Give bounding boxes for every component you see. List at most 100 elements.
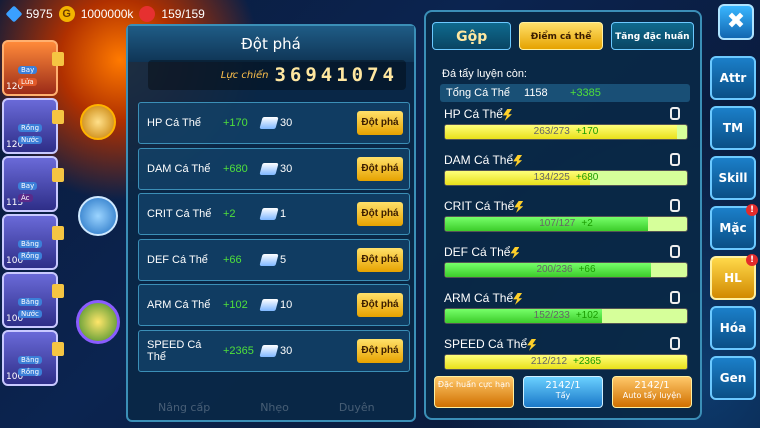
pet-list: 120 Bay Lửa 120 Rồng Nước 115 Bay Ác 100 Băng Rồ…	[2, 40, 64, 388]
pet-card[interactable]: 100 Băng Rồng	[2, 330, 64, 386]
stat-row: CRIT Cá Thể 107/127 +2	[444, 196, 688, 232]
breakthrough-button[interactable]: Đột phá	[357, 293, 403, 317]
row-cost: 1	[280, 208, 287, 220]
stat-bar: 134/225 +680	[444, 170, 688, 186]
total-plus: +3385	[570, 87, 601, 99]
tab-individual-points[interactable]: Điểm cá thể	[519, 22, 603, 50]
stat-value: 212/212	[530, 356, 568, 367]
side-tm-button[interactable]: TM	[710, 106, 756, 150]
button-count: 2142/1	[545, 380, 581, 391]
pet-card[interactable]: 120 Rồng Nước	[2, 98, 64, 154]
lock-icon[interactable]	[670, 337, 680, 350]
refine-button[interactable]: 2142/1 Tẩy	[523, 376, 603, 408]
pet-tag: Băng	[18, 240, 42, 248]
side-mac-button[interactable]: Mặc!	[710, 204, 758, 250]
pet-card[interactable]: 100 Băng Rồng	[2, 214, 64, 270]
extreme-training-button[interactable]: Đặc huấn cực hạn	[434, 376, 514, 408]
stat-row: SPEED Cá Thể 212/212 +2365	[444, 334, 688, 370]
row-label: DEF Cá Thể	[147, 253, 208, 266]
pet-tag: Băng	[18, 298, 42, 306]
lock-icon[interactable]	[670, 245, 680, 258]
row-label: SPEED Cá Thể	[147, 338, 202, 363]
scroll-icon	[259, 208, 279, 220]
lightning-icon	[502, 108, 512, 121]
side-label: HL	[724, 271, 742, 285]
stamina-count: 159/159	[161, 7, 205, 21]
breakthrough-row: CRIT Cá Thể +2 1 Đột phá	[138, 193, 410, 235]
stat-bar: 212/212 +2365	[444, 354, 688, 370]
item-orb-icon[interactable]	[80, 104, 116, 140]
breakthrough-row: DAM Cá Thể +680 30 Đột phá	[138, 147, 410, 190]
breakthrough-button[interactable]: Đột phá	[357, 338, 403, 363]
backpack-icon[interactable]	[78, 196, 118, 236]
lock-icon[interactable]	[670, 153, 680, 166]
stat-plus: +102	[575, 310, 599, 321]
lock-icon	[52, 110, 64, 124]
row-cost: 10	[280, 299, 293, 311]
side-hl-button[interactable]: HL!	[710, 254, 758, 300]
tab-merge[interactable]: Gộp	[432, 22, 512, 50]
side-gen-button[interactable]: Gen	[710, 356, 756, 400]
pet-card[interactable]: 100 Băng Nước	[2, 272, 64, 328]
lock-icon[interactable]	[670, 291, 680, 304]
stat-bar: 107/127 +2	[444, 216, 688, 232]
stat-value: 107/127	[539, 218, 576, 229]
stats-panel: Gộp Điểm cá thể Tăng đặc huấn Đá tẩy luy…	[424, 10, 702, 420]
skill-wheel-icon[interactable]	[76, 300, 120, 344]
pet-card[interactable]: 120 Bay Lửa	[2, 40, 64, 96]
row-cost: 5	[280, 253, 287, 266]
breakthrough-button[interactable]: Đột phá	[357, 247, 403, 272]
tab-special-training[interactable]: Tăng đặc huấn	[610, 22, 695, 50]
stat-plus: +66	[578, 264, 596, 275]
breakthrough-row: DEF Cá Thể +66 5 Đột phá	[138, 238, 410, 281]
pet-tag: Ác	[18, 194, 33, 202]
pet-tag: Bay	[18, 182, 38, 190]
lightning-icon	[513, 154, 523, 167]
stat-label: CRIT Cá Thể	[444, 199, 515, 213]
breakthrough-row: SPEED Cá Thể +2365 30 Đột phá	[138, 329, 410, 372]
pet-tag: Rồng	[18, 368, 43, 376]
side-attr-button[interactable]: Attr	[710, 56, 756, 100]
breakthrough-button[interactable]: Đột phá	[357, 202, 403, 226]
breakthrough-button[interactable]: Đột phá	[357, 111, 403, 135]
scroll-icon	[259, 162, 279, 175]
footer-duyen[interactable]: Duyên	[339, 401, 375, 414]
footer-nheo[interactable]: Nhẹo	[260, 401, 289, 414]
panel-footer: Nâng cấp Nhẹo Duyên	[158, 401, 375, 414]
lock-icon[interactable]	[670, 199, 680, 212]
stat-row: HP Cá Thể 263/273 +170	[444, 104, 688, 140]
auto-refine-button[interactable]: 2142/1 Auto tẩy luyện	[612, 376, 692, 408]
pet-card[interactable]: 115 Bay Ác	[2, 156, 64, 212]
stat-bar: 263/273 +170	[444, 124, 688, 140]
button-count: 2142/1	[634, 380, 670, 391]
total-value: 1158	[524, 87, 548, 99]
button-label: Đặc huấn cực hạn	[437, 380, 511, 389]
stat-bar: 200/236 +66	[444, 262, 688, 278]
breakthrough-row: ARM Cá Thể +102 10 Đột phá	[138, 284, 410, 326]
row-cost: 30	[280, 162, 293, 175]
lightning-icon	[510, 246, 520, 259]
row-bonus: +170	[223, 117, 248, 129]
footer-upgrade[interactable]: Nâng cấp	[158, 401, 210, 414]
total-label: Tổng Cá Thể	[446, 87, 511, 99]
notification-badge: !	[746, 204, 758, 216]
row-bonus: +66	[223, 253, 242, 266]
stat-bar: 152/233 +102	[444, 308, 688, 324]
side-menu: Attr TM Skill Mặc! HL! Hóa Gen	[710, 56, 758, 406]
scroll-icon	[259, 117, 279, 129]
side-hoa-button[interactable]: Hóa	[710, 306, 756, 350]
lock-icon	[52, 226, 64, 240]
breakthrough-row: HP Cá Thể +170 30 Đột phá	[138, 102, 410, 144]
gem-icon	[5, 5, 23, 23]
gem-count: 5975	[26, 7, 53, 21]
row-bonus: +102	[223, 299, 248, 311]
lock-icon[interactable]	[670, 107, 680, 120]
side-skill-button[interactable]: Skill	[710, 156, 756, 200]
stat-value: 134/225	[533, 172, 570, 183]
close-button[interactable]: ✖	[718, 4, 754, 40]
pet-tag: Nước	[18, 136, 42, 144]
stat-plus: +2	[581, 218, 593, 229]
lightning-icon	[513, 292, 523, 305]
breakthrough-button[interactable]: Đột phá	[357, 156, 403, 181]
total-individual: Tổng Cá Thể 1158 +3385	[440, 84, 690, 102]
